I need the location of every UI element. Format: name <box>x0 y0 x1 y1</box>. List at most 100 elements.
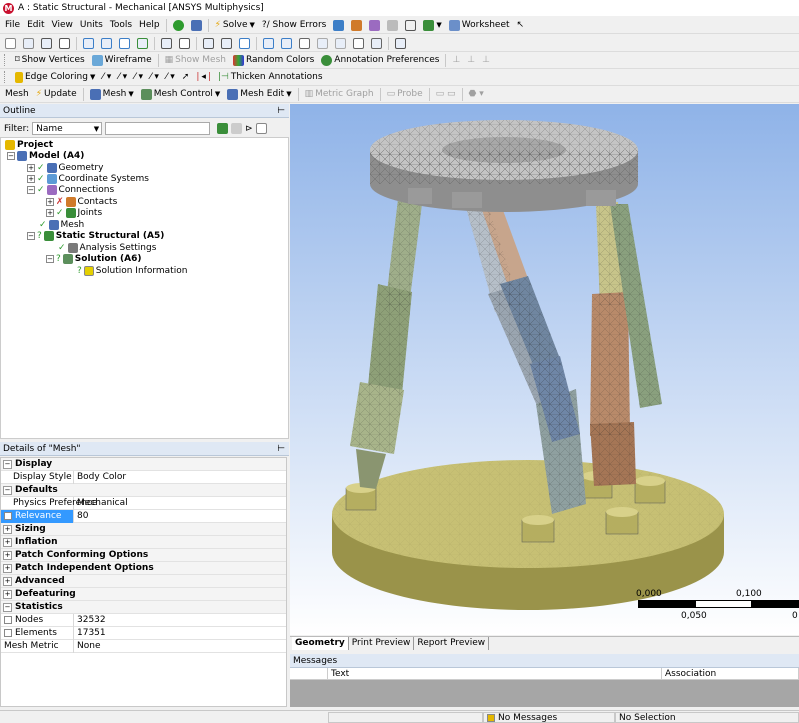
random-colors-button[interactable]: Random Colors <box>232 53 315 68</box>
axis-z-icon[interactable]: ⊥ <box>481 53 491 68</box>
parameter-checkbox[interactable] <box>4 616 12 624</box>
details-row-elements[interactable]: Elements 17351 <box>1 626 286 640</box>
extend-select-icon[interactable] <box>136 36 149 51</box>
tree-node-model[interactable]: − Model (A4) <box>7 150 84 162</box>
chevron-down-icon[interactable]: ▼ <box>215 90 220 98</box>
expand-icon[interactable]: + <box>3 563 12 573</box>
collapse-env-icon[interactable] <box>231 123 243 134</box>
tree-icon[interactable] <box>190 18 203 33</box>
details-row-nodes[interactable]: Nodes 32532 <box>1 613 286 627</box>
pan-icon[interactable] <box>178 36 191 51</box>
details-group-advanced[interactable]: + Advanced <box>1 575 286 588</box>
zoom-selection-icon[interactable] <box>262 36 275 51</box>
probe-options-icon[interactable]: ▭ ▭ <box>435 87 457 102</box>
box-zoom-icon[interactable] <box>220 36 233 51</box>
details-group-patch-conforming[interactable]: + Patch Conforming Options <box>1 549 286 562</box>
expand-icon[interactable]: + <box>46 209 54 217</box>
comment-icon[interactable] <box>386 18 399 33</box>
show-mesh-button[interactable]: ▦ Show Mesh <box>164 53 227 68</box>
edge-coloring-button[interactable]: Edge Coloring ▼ <box>14 70 96 85</box>
parameter-checkbox[interactable] <box>4 629 12 637</box>
worksheet-button[interactable]: Worksheet <box>448 18 511 33</box>
expand-icon[interactable]: + <box>3 576 12 586</box>
zoom-icon[interactable] <box>202 36 215 51</box>
tag-icon[interactable] <box>370 36 383 51</box>
tree-node-joints[interactable]: + ✓ Joints <box>46 207 102 219</box>
show-errors-button[interactable]: ?/ Show Errors <box>261 18 327 33</box>
details-group-display[interactable]: − Display <box>1 458 286 471</box>
section-icon[interactable]: ⬣ ▾ <box>468 87 485 102</box>
menu-file[interactable]: File <box>4 18 21 33</box>
edge-direction-icon[interactable]: ➚ <box>181 70 191 85</box>
edge-display-2-icon[interactable]: ⁄ ▾ <box>117 70 128 85</box>
details-group-statistics[interactable]: − Statistics <box>1 601 286 614</box>
metric-graph-button[interactable]: ▥ Metric Graph <box>304 87 375 102</box>
property-value[interactable]: Mechanical <box>74 498 128 508</box>
solve-button[interactable]: ⚡ Solve ▼ <box>214 18 256 33</box>
menu-view[interactable]: View <box>51 18 74 33</box>
face-select-icon[interactable] <box>100 36 113 51</box>
edge-display-3-icon[interactable]: ⁄ ▾ <box>133 70 144 85</box>
expand-icon[interactable]: + <box>27 175 35 183</box>
tab-print-preview[interactable]: Print Preview <box>349 637 415 650</box>
body-select-icon[interactable] <box>118 36 131 51</box>
help-cursor-icon[interactable]: ↖ <box>516 18 526 33</box>
mesh-edit-button[interactable]: Mesh Edit ▼ <box>226 87 292 102</box>
tree-node-static-structural[interactable]: −? Static Structural (A5) <box>27 230 164 242</box>
collapse-icon[interactable]: − <box>27 232 35 240</box>
tab-geometry[interactable]: Geometry <box>292 637 349 650</box>
viewports-icon[interactable] <box>394 36 407 51</box>
property-value[interactable]: None <box>74 641 100 651</box>
status-messages[interactable]: No Messages <box>483 712 615 723</box>
collapse-icon[interactable]: − <box>27 186 35 194</box>
text-icon[interactable] <box>404 18 417 33</box>
box-select-icon[interactable] <box>82 36 95 51</box>
pin-icon[interactable]: ⊢ <box>277 444 285 454</box>
collapse-icon[interactable]: − <box>3 485 12 495</box>
axis-x-icon[interactable]: ⊥ <box>451 53 461 68</box>
mesh-menu-button[interactable]: Mesh ▼ <box>89 87 135 102</box>
tree-node-connections[interactable]: − ✓ Connections <box>27 184 114 196</box>
iso-view-icon[interactable] <box>298 36 311 51</box>
graphics-viewport[interactable]: 0,000 0,100 0,050 0 <box>290 104 799 635</box>
previous-view-icon[interactable] <box>316 36 329 51</box>
column-text[interactable]: Text <box>328 668 662 679</box>
expand-all-icon[interactable] <box>255 123 267 134</box>
menu-units[interactable]: Units <box>79 18 104 33</box>
pin-icon[interactable]: ⊢ <box>277 106 285 116</box>
select-vertex-icon[interactable] <box>4 36 17 51</box>
thicken-annotations-button[interactable]: |⊣ Thicken Annotations <box>217 70 324 85</box>
property-value[interactable]: Body Color <box>74 472 126 482</box>
expand-icon[interactable]: + <box>27 164 35 172</box>
chart-icon[interactable] <box>350 18 363 33</box>
details-row-physics-preference[interactable]: Physics Preference Mechanical <box>1 496 286 510</box>
details-group-inflation[interactable]: + Inflation <box>1 536 286 549</box>
rotate-icon[interactable] <box>160 36 173 51</box>
menu-help[interactable]: Help <box>138 18 161 33</box>
cursor-icon[interactable] <box>58 36 71 51</box>
axis-y-icon[interactable]: ⊥ <box>466 53 476 68</box>
details-group-defaults[interactable]: − Defaults <box>1 484 286 497</box>
details-group-defeaturing[interactable]: + Defeaturing <box>1 588 286 601</box>
expand-icon[interactable]: + <box>3 524 12 534</box>
menu-tools[interactable]: Tools <box>109 18 133 33</box>
collapse-icon[interactable]: − <box>3 459 12 469</box>
details-row-relevance[interactable]: Relevance 80 <box>1 509 286 523</box>
details-group-patch-independent[interactable]: + Patch Independent Options <box>1 562 286 575</box>
close-vertex-icon[interactable]: | ◂ | <box>195 70 212 85</box>
expand-icon[interactable]: + <box>3 550 12 560</box>
lock-icon[interactable] <box>352 36 365 51</box>
tab-report-preview[interactable]: Report Preview <box>414 637 490 650</box>
expand-icon[interactable]: + <box>3 537 12 547</box>
menu-edit[interactable]: Edit <box>26 18 45 33</box>
probe-button[interactable]: ▭ Probe <box>386 87 424 102</box>
check-icon[interactable] <box>172 18 185 33</box>
edge-display-5-icon[interactable]: ⁄ ▾ <box>165 70 176 85</box>
collapse-icon[interactable]: − <box>3 602 12 612</box>
chevron-down-icon[interactable]: ▼ <box>90 73 95 81</box>
table-icon[interactable] <box>368 18 381 33</box>
tree-node-solution-information[interactable]: ? Solution Information <box>77 265 187 277</box>
collapse-icon[interactable]: − <box>46 255 54 263</box>
parameter-checkbox[interactable] <box>4 512 12 520</box>
image-icon[interactable]: ▼ <box>422 18 442 33</box>
